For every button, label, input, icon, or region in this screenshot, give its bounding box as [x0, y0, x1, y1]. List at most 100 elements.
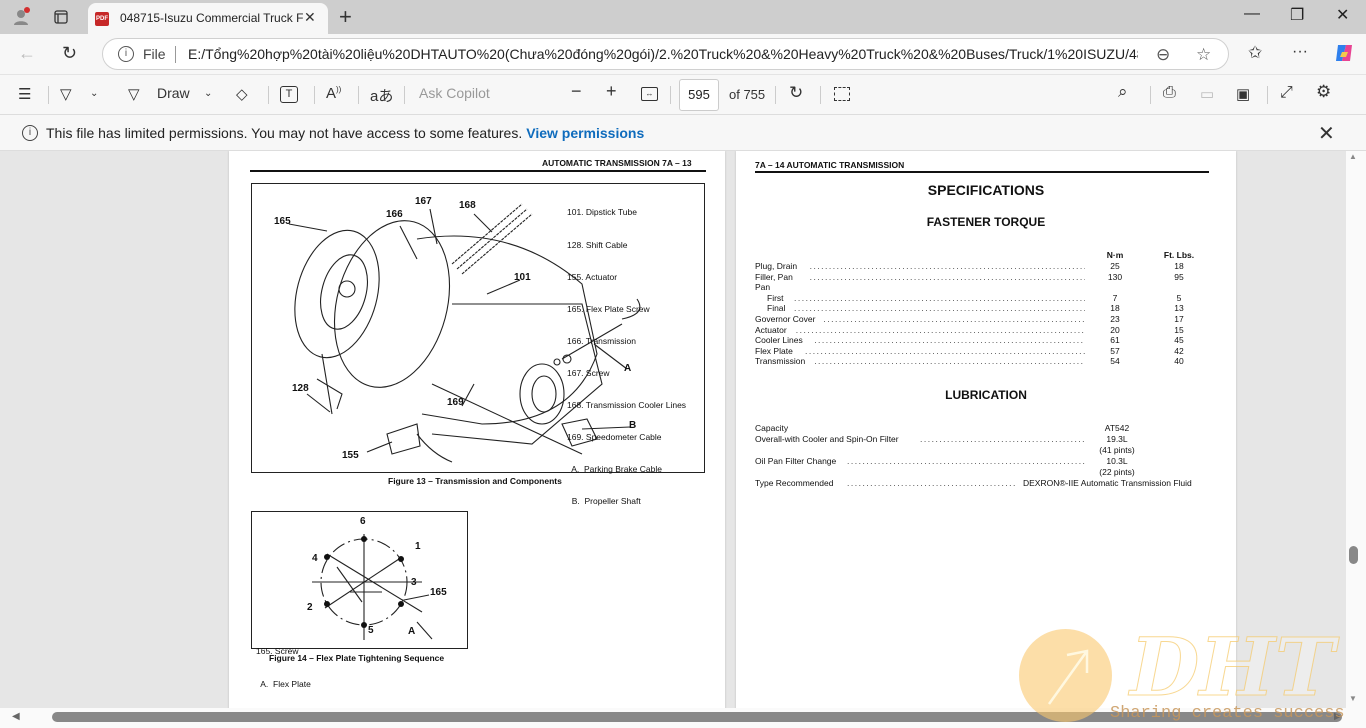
contents-icon[interactable]: ☰ [18, 85, 31, 103]
leader-dots: ........................................… [847, 478, 1015, 488]
scroll-left-arrow[interactable]: ◀ [12, 711, 20, 722]
title-bar: PDF 048715-Isuzu Commercial Truck F ✕ + … [0, 0, 1366, 34]
callout-169: 169 [447, 397, 464, 408]
scroll-down-arrow[interactable]: ▼ [1349, 694, 1357, 703]
fullscreen-icon[interactable]: ⤢ [1280, 84, 1293, 102]
callout-155: 155 [342, 450, 359, 461]
leader-dots: ........................................… [809, 261, 1085, 271]
print-icon[interactable]: ⎙ [1163, 84, 1176, 102]
view-permissions-link[interactable]: View permissions [526, 125, 644, 141]
navigation-bar: ← ↻ i File E:/Tổng%20hợp%20tài%20liệu%20… [0, 34, 1366, 74]
tab-actions-icon[interactable] [50, 7, 72, 27]
draw-icon[interactable]: ▽ [128, 85, 140, 103]
torque-label: Flex Plate [755, 345, 793, 356]
copilot-icon[interactable] [1333, 42, 1355, 69]
fit-width-icon[interactable]: ↔ [641, 87, 658, 101]
zoom-in-button[interactable]: + [606, 81, 617, 102]
torque-label: Actuator [755, 324, 787, 335]
translate-icon[interactable]: aあ [370, 85, 393, 106]
torque-label: Cooler Lines [755, 335, 803, 346]
browser-tab[interactable]: PDF 048715-Isuzu Commercial Truck F ✕ [88, 3, 328, 34]
vertical-scroll-thumb[interactable] [1349, 546, 1358, 564]
info-icon: i [22, 125, 38, 141]
tab-close-icon[interactable]: ✕ [304, 9, 316, 26]
torque-row: Governor Cover..........................… [755, 314, 1215, 325]
torque-nm-value: 7 [1112, 292, 1118, 303]
divider [268, 86, 269, 104]
leader-dots: ........................................… [847, 456, 1085, 466]
save-as-icon[interactable]: ▣ [1236, 85, 1250, 103]
oil-pan-label: Oil Pan Filter Change [755, 456, 837, 466]
search-icon[interactable]: ⌕ [1118, 82, 1128, 102]
torque-ft-lbs-value: 40 [1174, 356, 1184, 367]
capacity-row: Capacity AT542 [755, 423, 1215, 434]
leader-dots: ........................................… [814, 335, 1085, 346]
torque-nm-value: 25 [1110, 261, 1120, 271]
torque-row: Actuator................................… [755, 325, 1215, 336]
info-icon[interactable]: i [118, 46, 134, 62]
sequence-2: 2 [307, 602, 313, 613]
highlight-dropdown-icon[interactable]: ⌄ [90, 88, 98, 99]
fluid-type-row: Type Recommended .......................… [755, 478, 1215, 489]
minimize-button[interactable]: — [1244, 5, 1260, 23]
text-box-icon[interactable]: T [280, 86, 298, 103]
legend-item: 165. Flex Plate Screw [567, 303, 650, 314]
torque-label: Plug, Drain [755, 261, 798, 271]
callout-101: 101 [514, 272, 531, 283]
col-header-ft-lbs: Ft. Lbs. [1163, 250, 1195, 260]
more-menu-icon[interactable]: ··· [1292, 43, 1308, 61]
restore-button[interactable]: ❐ [1290, 5, 1304, 25]
pdf-file-icon: PDF [95, 12, 109, 26]
legend-item: 167. Screw [567, 367, 610, 378]
url-text[interactable]: E:/Tổng%20hợp%20tài%20liệu%20DHTAUTO%20(… [188, 46, 1138, 62]
torque-row: Pan [755, 282, 1215, 293]
draw-dropdown-icon[interactable]: ⌄ [204, 88, 212, 99]
legend-item: 155. Actuator [567, 271, 618, 282]
divider [48, 86, 49, 104]
model-value: AT542 [1104, 423, 1130, 433]
back-button[interactable]: ← [18, 43, 36, 64]
zoom-out-icon[interactable]: ⊖ [1156, 45, 1170, 65]
torque-nm-value: 23 [1110, 314, 1120, 324]
callout-128: 128 [292, 383, 309, 394]
torque-label: Transmission [755, 356, 806, 367]
read-aloud-icon[interactable]: A)) [326, 85, 341, 102]
torque-row: Cooler Lines............................… [755, 335, 1215, 346]
highlight-icon[interactable]: ▽ [60, 85, 72, 103]
figure-13-legend: 101. Dipstick Tube 128. Shift Cable 155.… [567, 186, 686, 529]
close-infobar-icon[interactable]: ✕ [1318, 121, 1335, 146]
oil-pan-pints-row: (22 pints) [755, 467, 1215, 478]
overall-label: Overall-with Cooler and Spin-On Filter [755, 434, 899, 444]
scroll-up-arrow[interactable]: ▲ [1349, 152, 1357, 161]
vertical-scrollbar[interactable] [1346, 151, 1366, 708]
rotate-icon[interactable]: ↻ [789, 83, 803, 103]
torque-ft-lbs-value: 13 [1174, 303, 1184, 314]
capacity-label: Capacity [755, 423, 789, 433]
eraser-icon[interactable]: ◇ [236, 85, 248, 103]
page-view-icon[interactable] [834, 87, 850, 101]
page-number-input[interactable]: 595 [679, 79, 719, 111]
divider [358, 86, 359, 104]
ask-copilot-button[interactable]: Ask Copilot [419, 85, 490, 101]
favorite-star-icon[interactable]: ☆ [1196, 45, 1211, 65]
col-header-nm: N·m [1106, 250, 1124, 260]
leader-dots: ........................................… [794, 303, 1085, 314]
pdf-toolbar: ☰ ▽ ⌄ ▽ Draw ⌄ ◇ T A)) aあ Ask Copilot − … [0, 74, 1366, 115]
callout-168: 168 [459, 200, 476, 211]
divider [175, 46, 176, 63]
zoom-out-button[interactable]: − [571, 81, 582, 102]
callout-165: 165 [430, 587, 447, 598]
settings-gear-icon[interactable]: ⚙ [1316, 82, 1331, 102]
torque-nm-value: 61 [1110, 335, 1120, 346]
profile-avatar-icon[interactable] [10, 7, 32, 27]
favorites-icon[interactable]: ✩ [1248, 43, 1262, 63]
arrow-icon [1047, 649, 1089, 705]
refresh-button[interactable]: ↻ [62, 43, 77, 64]
torque-ft-lbs-value: 45 [1174, 335, 1184, 346]
leader-dots: ........................................… [920, 434, 1085, 444]
address-bar[interactable]: i File E:/Tổng%20hợp%20tài%20liệu%20DHTA… [102, 38, 1229, 70]
new-tab-button[interactable]: + [339, 4, 352, 30]
draw-button[interactable]: Draw [157, 85, 190, 101]
close-window-button[interactable]: ✕ [1336, 5, 1349, 25]
permissions-message: This file has limited permissions. You m… [46, 125, 644, 141]
